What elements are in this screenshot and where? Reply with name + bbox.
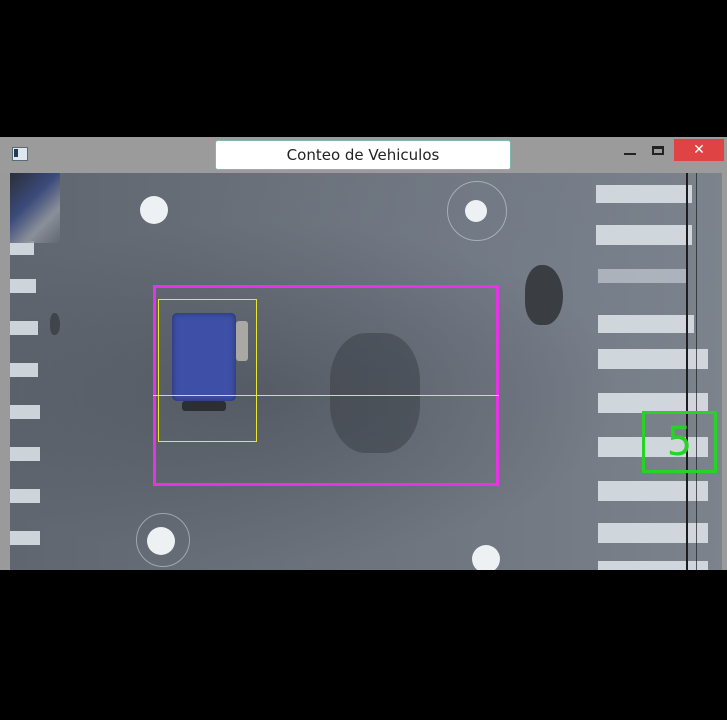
maximize-icon [652, 145, 664, 155]
vehicle-detection-box [158, 299, 257, 442]
manhole-ring [136, 513, 190, 567]
manhole-cover [465, 200, 487, 222]
close-icon: ✕ [693, 142, 705, 158]
parked-vehicle [10, 173, 60, 243]
app-window: Conteo de Vehiculos ✕ 5 [0, 137, 727, 570]
minimize-button[interactable] [617, 139, 643, 161]
manhole-cover [472, 545, 500, 570]
video-frame: 5 [10, 173, 722, 570]
cable-shadow [696, 173, 697, 570]
minimize-icon [624, 153, 636, 155]
pothole [525, 265, 563, 325]
maximize-button[interactable] [645, 139, 671, 161]
pothole [50, 313, 60, 335]
title-bar[interactable]: Conteo de Vehiculos ✕ [0, 137, 727, 173]
vehicle-counter: 5 [642, 411, 717, 473]
close-button[interactable]: ✕ [674, 139, 724, 161]
pole-shadow [686, 173, 688, 570]
window-title: Conteo de Vehiculos [215, 140, 511, 170]
manhole-cover [140, 196, 168, 224]
app-window-icon [12, 147, 28, 161]
